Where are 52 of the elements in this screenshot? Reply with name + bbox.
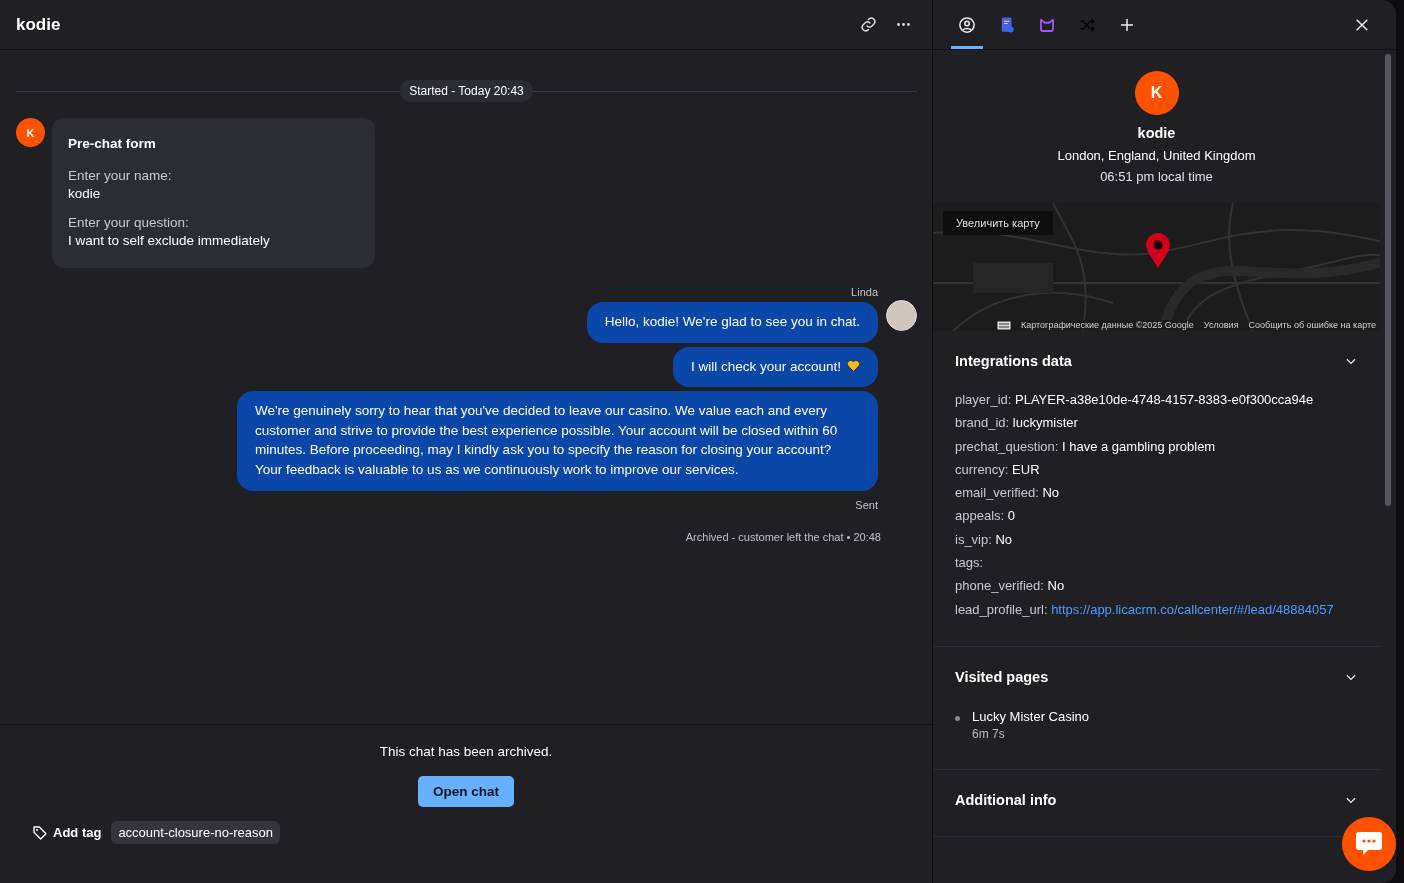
archived-note: Archived - customer left the chat • 20:48 bbox=[685, 531, 881, 543]
page-duration: 6m 7s bbox=[972, 727, 1006, 742]
archived-notice-text: This chat has been archived. bbox=[379, 744, 553, 759]
section-title[interactable]: Integrations data bbox=[955, 353, 1072, 369]
map-attribution: Картографические данные ©2025 Google bbox=[1021, 320, 1194, 330]
chat-widget-button[interactable] bbox=[1342, 817, 1396, 871]
data-field: lead_profile_url: https://app.licacrm.co/callcenter/#/lead/48884057 bbox=[955, 600, 1334, 619]
scrollbar[interactable] bbox=[1385, 54, 1391, 506]
form-value: I want to self exclude immediately bbox=[68, 233, 270, 248]
prechat-title: Pre-chat form bbox=[68, 136, 157, 151]
open-chat-button[interactable]: Open chat bbox=[418, 776, 514, 807]
data-field: player_id: PLAYER-a38e10de-4748-4157-8383-e0f300cca94e bbox=[955, 391, 1314, 409]
map-report-link[interactable]: Сообщить об ошибке на карте bbox=[1248, 320, 1376, 330]
tag-chip[interactable]: account-closure-no-reason bbox=[111, 821, 281, 844]
customer-avatar: K bbox=[16, 118, 45, 147]
data-field: tags: bbox=[955, 554, 984, 572]
data-field: currency: EUR bbox=[955, 460, 1040, 479]
message-status: Sent bbox=[855, 499, 878, 511]
profile-link[interactable]: https://app.licacrm.co/callcenter/#/lead/48884057 bbox=[1051, 601, 1334, 617]
visitor-avatar: K bbox=[1134, 71, 1179, 115]
agent-avatar bbox=[886, 300, 917, 331]
message-text: Hello, kodie! We're glad to see you in chat. bbox=[604, 313, 860, 331]
message-text: I will check your account! bbox=[690, 357, 841, 376]
form-value: kodie bbox=[68, 186, 101, 201]
data-field: is_vip: No bbox=[955, 530, 1013, 549]
data-field: brand_id: luckymister bbox=[955, 414, 1078, 433]
data-field: prechat_question: I have a gambling problem bbox=[955, 437, 1216, 456]
visitor-name: kodie bbox=[1137, 125, 1176, 141]
agent-name: Linda bbox=[851, 286, 878, 298]
data-field: appeals: 0 bbox=[955, 507, 1015, 526]
map-terms-link[interactable]: Условия bbox=[1203, 320, 1239, 330]
page-title[interactable]: Lucky Mister Casino bbox=[972, 709, 1090, 725]
message-text: We're genuinely sorry to hear that you've decided to leave our casino. We value each and every customer and strive to provide the best experience possible. Your account will be closed within 60 minutes. Before proceeding, may I kindly ask you to specify the reason for closing your account? Your feedback is valuable to us as we continuously work to improve our services. bbox=[255, 402, 839, 479]
keyboard-icon[interactable] bbox=[997, 320, 1012, 330]
chat-start-label: Started - Today 20:43 bbox=[400, 80, 533, 102]
visitor-location: London, England, United Kingdom bbox=[1057, 148, 1256, 163]
map-pin-icon bbox=[1145, 233, 1171, 269]
close-icon[interactable] bbox=[1354, 16, 1370, 33]
enlarge-map-button[interactable]: Увеличить карту bbox=[943, 211, 1053, 235]
link-icon[interactable] bbox=[860, 16, 877, 33]
data-field: email_verified: No bbox=[955, 484, 1060, 502]
chat-bubble-icon bbox=[1355, 831, 1383, 857]
form-label: Enter your question: bbox=[68, 215, 189, 230]
local-time: 06:51 pm local time bbox=[1100, 169, 1213, 184]
section-title[interactable]: Additional info bbox=[955, 792, 1057, 809]
add-tag-button[interactable]: Add tag bbox=[32, 824, 102, 841]
profile-icon bbox=[958, 15, 976, 34]
data-field: phone_verified: No bbox=[955, 577, 1065, 596]
form-label: Enter your name: bbox=[68, 168, 172, 183]
tag-icon bbox=[32, 824, 48, 841]
section-title[interactable]: Visited pages bbox=[955, 669, 1049, 686]
chat-title: kodie bbox=[16, 14, 62, 35]
